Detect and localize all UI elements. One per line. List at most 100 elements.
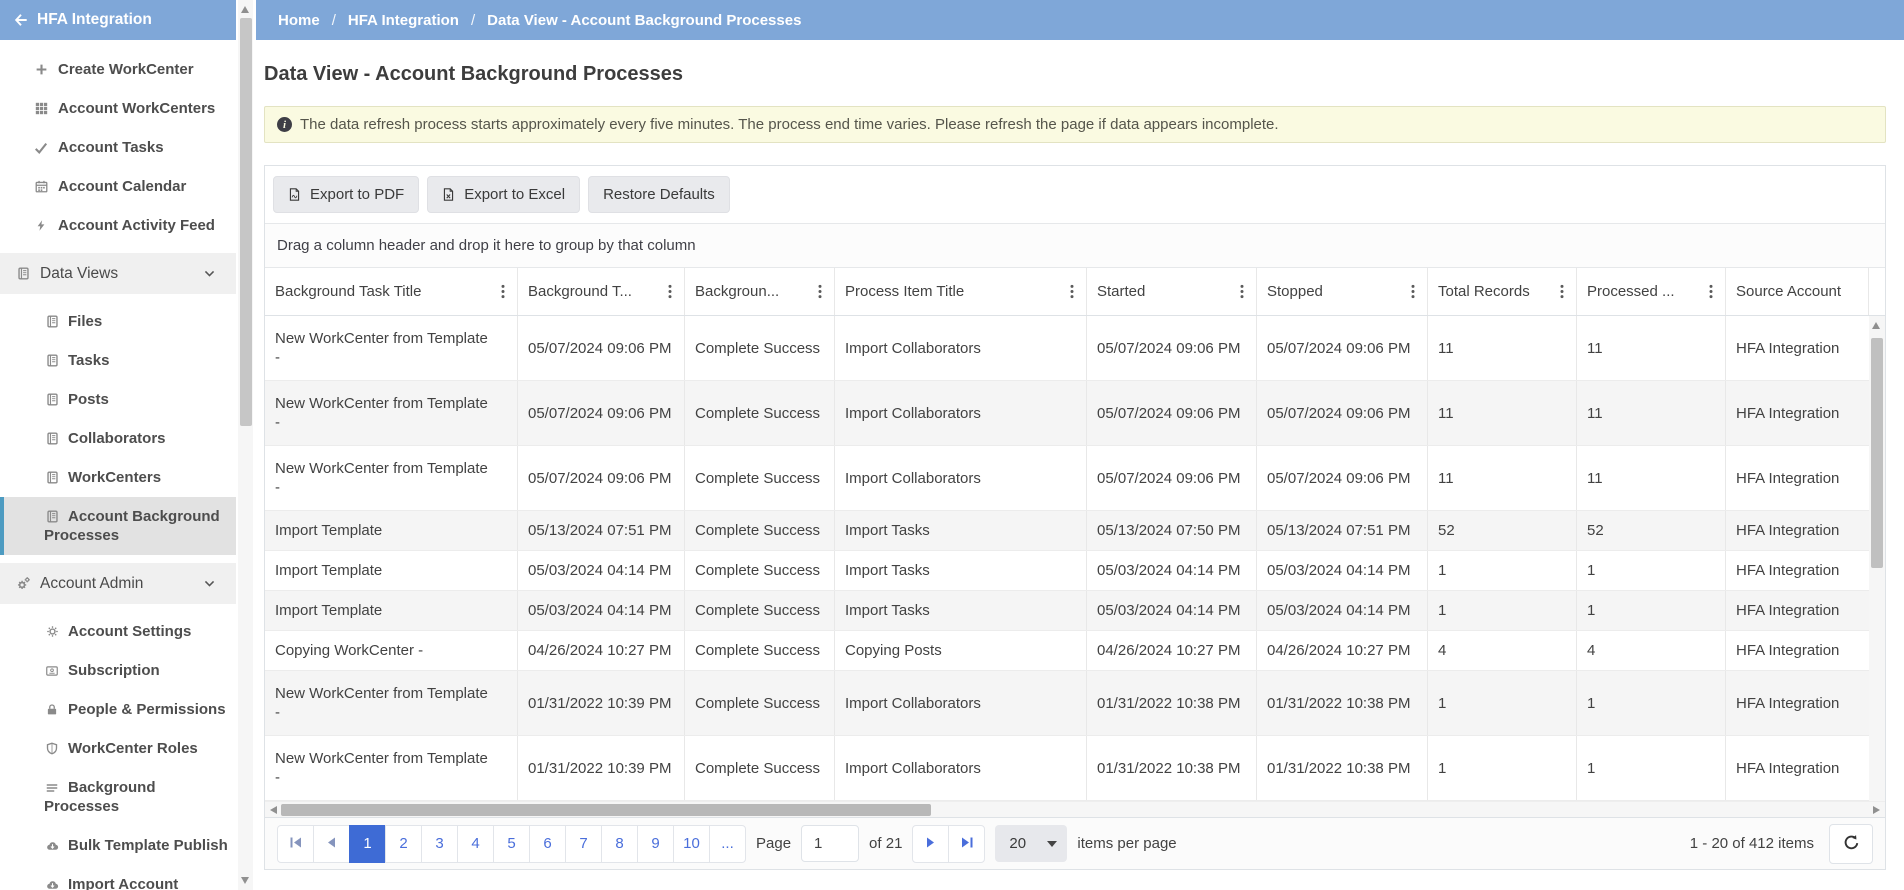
page-button-3[interactable]: 3	[421, 824, 458, 863]
column-header-process-item-title[interactable]: Process Item Title	[835, 268, 1087, 315]
column-menu-icon[interactable]	[1705, 282, 1717, 301]
column-header-total-records[interactable]: Total Records	[1428, 268, 1577, 315]
sidebar-item-workcenter-roles[interactable]: WorkCenter Roles	[0, 729, 236, 768]
table-row[interactable]: New WorkCenter from Template - 01/31/2022…	[265, 671, 1869, 736]
table-vscroll-thumb[interactable]	[1871, 338, 1883, 568]
column-header-backgroun[interactable]: Backgroun...	[685, 268, 835, 315]
page-button-8[interactable]: 8	[601, 824, 638, 863]
grid-cell: 05/07/2024 09:06 PM	[1257, 316, 1428, 380]
sidebar-item-account-background-processes[interactable]: Account Background Processes	[0, 497, 236, 555]
table-row[interactable]: New WorkCenter from Template - 01/31/2022…	[265, 736, 1869, 801]
breadcrumb-item-hfa-integration[interactable]: HFA Integration	[348, 12, 459, 29]
sidebar-item-label: Files	[68, 313, 103, 330]
table-vertical-scrollbar[interactable]	[1869, 316, 1885, 801]
column-header-started[interactable]: Started	[1087, 268, 1257, 315]
table-horizontal-scrollbar[interactable]	[265, 801, 1885, 817]
caret-last-icon	[961, 835, 973, 852]
sidebar-item-collaborators[interactable]: Collaborators	[0, 419, 236, 458]
sidebar-item-posts[interactable]: Posts	[0, 380, 236, 419]
table-hscroll-thumb[interactable]	[281, 804, 931, 816]
sidebar-item-account-tasks[interactable]: Account Tasks	[0, 128, 236, 167]
column-menu-icon[interactable]	[814, 282, 826, 301]
column-header-label: Background Task Title	[275, 283, 422, 300]
grid-cell: 11	[1577, 316, 1726, 380]
column-menu-icon[interactable]	[1407, 282, 1419, 301]
sidebar-item-workcenters[interactable]: WorkCenters	[0, 458, 236, 497]
sidebar-item-bulk-template-publish[interactable]: Bulk Template Publish	[0, 826, 236, 865]
export-excel-button[interactable]: Export to Excel	[427, 176, 581, 213]
sidebar-item-account-settings[interactable]: Account Settings	[0, 612, 236, 651]
refresh-button[interactable]	[1829, 823, 1873, 864]
sidebar-item-background-processes[interactable]: Background Processes	[0, 768, 236, 826]
page-button-2[interactable]: 2	[385, 824, 422, 863]
sidebar-section-data-views[interactable]: Data Views	[0, 253, 236, 294]
page-label: Page	[756, 835, 792, 852]
export-pdf-button[interactable]: Export to PDF	[273, 176, 420, 213]
table-row[interactable]: New WorkCenter from Template - 05/07/2024…	[265, 446, 1869, 511]
scroll-down-arrow-icon[interactable]	[241, 877, 249, 884]
page-button-9[interactable]: 9	[637, 824, 674, 863]
scroll-up-arrow-icon[interactable]	[241, 6, 249, 13]
restore-defaults-button[interactable]: Restore Defaults	[588, 176, 730, 213]
cell-text: 52	[1438, 522, 1455, 539]
page-size-select[interactable]: 20	[995, 825, 1068, 862]
column-menu-icon[interactable]	[1236, 282, 1248, 301]
sidebar-item-files[interactable]: Files	[0, 302, 236, 341]
grid-cell: Import Template	[265, 511, 518, 550]
cell-text: 05/03/2024 04:14 PM	[1267, 562, 1411, 579]
column-header-background-task-title[interactable]: Background Task Title	[265, 268, 518, 315]
scroll-left-arrow-icon[interactable]	[270, 806, 277, 814]
table-row[interactable]: Import Template 05/03/2024 04:14 PM Comple…	[265, 551, 1869, 591]
sidebar-item-account-workcenters[interactable]: Account WorkCenters	[0, 89, 236, 128]
page-button-5[interactable]: 5	[493, 824, 530, 863]
sidebar-item-create-workcenter[interactable]: Create WorkCenter	[0, 50, 236, 89]
grid-cell: 11	[1428, 446, 1577, 510]
cell-text: Import Collaborators	[845, 339, 981, 357]
column-header-processed[interactable]: Processed ...	[1577, 268, 1726, 315]
scroll-up-arrow-icon[interactable]	[1872, 322, 1880, 329]
column-menu-icon[interactable]	[1066, 282, 1078, 301]
column-menu-icon[interactable]	[1556, 282, 1568, 301]
sidebar-scrollbar[interactable]	[238, 0, 253, 890]
grid-cell: 05/03/2024 04:14 PM	[518, 591, 685, 630]
sidebar-scrollbar-thumb[interactable]	[239, 18, 252, 426]
column-header-stopped[interactable]: Stopped	[1257, 268, 1428, 315]
sidebar-item-subscription[interactable]: Subscription	[0, 651, 236, 690]
breadcrumb-item-home[interactable]: Home	[278, 12, 320, 29]
sidebar-item-account-activity-feed[interactable]: Account Activity Feed	[0, 206, 236, 245]
cell-text: 05/13/2024 07:51 PM	[1267, 522, 1411, 539]
sidebar-item-import-account[interactable]: Import Account	[0, 865, 236, 890]
group-drop-area[interactable]: Drag a column header and drop it here to…	[265, 224, 1885, 268]
sidebar-header[interactable]: HFA Integration	[0, 0, 236, 40]
table-row[interactable]: New WorkCenter from Template - 05/07/2024…	[265, 381, 1869, 446]
caret-first-icon	[290, 835, 302, 852]
table-header-row: Background Task Title Background T... Back…	[265, 268, 1885, 316]
page-button-7[interactable]: 7	[565, 824, 602, 863]
sidebar-item-tasks[interactable]: Tasks	[0, 341, 236, 380]
table-row[interactable]: New WorkCenter from Template - 05/07/2024…	[265, 316, 1869, 381]
next-page-button[interactable]	[912, 824, 950, 863]
last-page-button[interactable]	[948, 824, 986, 863]
table-row[interactable]: Copying WorkCenter - 04/26/2024 10:27 PM C…	[265, 631, 1869, 671]
column-menu-icon[interactable]	[497, 282, 509, 301]
page-button-ellipsis[interactable]: ...	[709, 824, 746, 863]
sidebar-item-account-calendar[interactable]: Account Calendar	[0, 167, 236, 206]
sidebar-item-people-permissions[interactable]: People & Permissions	[0, 690, 236, 729]
grid-cell: 05/03/2024 04:14 PM	[1257, 591, 1428, 630]
page-button-6[interactable]: 6	[529, 824, 566, 863]
page-button-1[interactable]: 1	[349, 824, 386, 863]
page-button-10[interactable]: 10	[673, 824, 710, 863]
page-number-input[interactable]	[801, 825, 860, 862]
cell-text: Import Tasks	[845, 602, 930, 619]
page-button-4[interactable]: 4	[457, 824, 494, 863]
scroll-right-arrow-icon[interactable]	[1873, 806, 1880, 814]
column-header-source-account[interactable]: Source Account	[1726, 268, 1869, 315]
column-menu-icon[interactable]	[664, 282, 676, 301]
grid-cell: Complete Success	[685, 381, 835, 445]
prev-page-button[interactable]	[313, 824, 350, 863]
table-row[interactable]: Import Template 05/13/2024 07:51 PM Comple…	[265, 511, 1869, 551]
first-page-button[interactable]	[277, 824, 314, 863]
column-header-background-t[interactable]: Background T...	[518, 268, 685, 315]
table-row[interactable]: Import Template 05/03/2024 04:14 PM Comple…	[265, 591, 1869, 631]
sidebar-section-account-admin[interactable]: Account Admin	[0, 563, 236, 604]
